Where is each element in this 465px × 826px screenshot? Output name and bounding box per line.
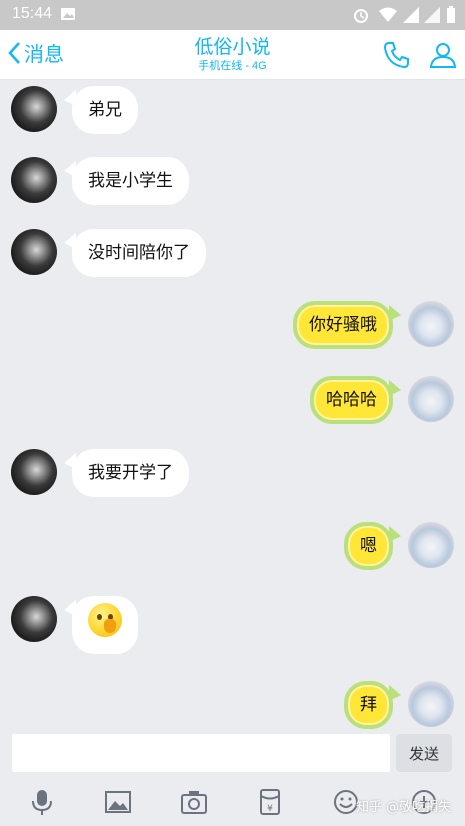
- image-notification-icon: [61, 8, 75, 20]
- microphone-icon[interactable]: [28, 788, 56, 816]
- outgoing-message-bubble[interactable]: 拜: [344, 681, 393, 729]
- message-row: 没时间陪你了: [0, 229, 465, 289]
- message-row: 哈哈哈: [0, 376, 465, 436]
- back-label: 消息: [24, 42, 64, 66]
- chat-header: 消息 低俗小说 手机在线 - 4G: [0, 30, 465, 80]
- outgoing-message-bubble[interactable]: 嗯: [344, 522, 393, 570]
- message-row: 我要开学了: [0, 449, 465, 509]
- profile-icon[interactable]: [428, 40, 458, 70]
- contact-avatar[interactable]: [11, 449, 57, 495]
- signal-icon: [403, 7, 419, 23]
- picture-icon[interactable]: [104, 788, 132, 816]
- alarm-icon: [354, 9, 368, 23]
- watermark: 知乎 @敬吃捐失: [356, 800, 452, 815]
- incoming-message-bubble[interactable]: 我是小学生: [72, 157, 189, 205]
- chevron-left-icon: [8, 41, 20, 64]
- message-list[interactable]: 弟兄 我是小学生 没时间陪你了 你好骚哦 哈哈哈 我要开学了 嗯 拜: [0, 81, 465, 729]
- message-input[interactable]: [12, 734, 390, 772]
- message-row: 拜: [0, 681, 465, 729]
- message-row: 你好骚哦: [0, 301, 465, 361]
- status-bar: 15:44: [0, 0, 465, 30]
- message-row: [0, 596, 465, 656]
- composer-bar: 发送: [0, 729, 465, 777]
- my-avatar[interactable]: [408, 681, 454, 727]
- svg-text:¥: ¥: [267, 804, 273, 814]
- send-button[interactable]: 发送: [396, 734, 452, 772]
- contact-avatar[interactable]: [11, 157, 57, 203]
- message-row: 我是小学生: [0, 157, 465, 217]
- message-row: 嗯: [0, 522, 465, 582]
- incoming-message-bubble[interactable]: 我要开学了: [72, 449, 189, 497]
- incoming-message-bubble[interactable]: 没时间陪你了: [72, 229, 206, 277]
- camera-icon[interactable]: [180, 788, 208, 816]
- my-avatar[interactable]: [408, 301, 454, 347]
- wifi-icon: [379, 7, 397, 22]
- incoming-emoji-bubble[interactable]: [72, 596, 138, 654]
- outgoing-message-bubble[interactable]: 哈哈哈: [310, 376, 393, 424]
- back-button[interactable]: 消息: [6, 38, 64, 67]
- battery-icon: [447, 6, 455, 23]
- contact-avatar[interactable]: [11, 86, 57, 132]
- message-row: 弟兄: [0, 86, 465, 146]
- red-packet-icon[interactable]: ¥: [256, 788, 284, 816]
- status-time: 15:44: [12, 5, 53, 22]
- contact-avatar[interactable]: [11, 229, 57, 275]
- contact-avatar[interactable]: [11, 596, 57, 642]
- thinking-emoji-icon: [88, 603, 122, 637]
- signal-icon-2: [424, 7, 440, 23]
- incoming-message-bubble[interactable]: 弟兄: [72, 86, 138, 134]
- outgoing-message-bubble[interactable]: 你好骚哦: [293, 301, 393, 349]
- my-avatar[interactable]: [408, 522, 454, 568]
- phone-icon[interactable]: [382, 40, 412, 70]
- my-avatar[interactable]: [408, 376, 454, 422]
